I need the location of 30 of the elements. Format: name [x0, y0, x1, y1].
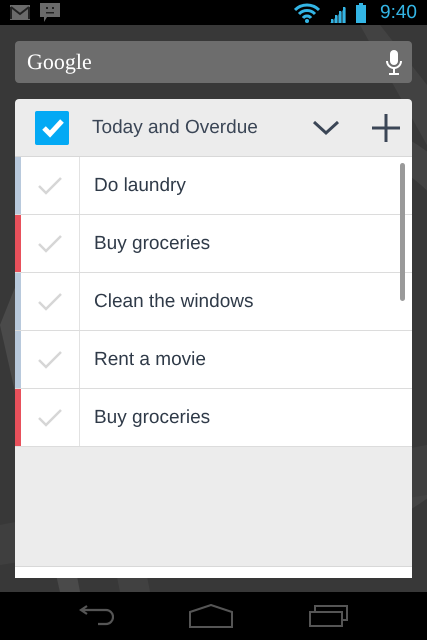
back-icon[interactable] — [78, 605, 114, 627]
check-icon[interactable] — [37, 176, 63, 196]
microphone-icon[interactable] — [386, 50, 402, 74]
task-title: Do laundry — [94, 174, 186, 196]
search-label: Google — [27, 49, 93, 75]
mail-icon — [10, 5, 30, 20]
message-icon — [40, 3, 60, 22]
task-row[interactable]: Buy groceries — [15, 389, 412, 447]
battery-icon — [356, 2, 366, 22]
clock-time: 9:40 — [380, 2, 417, 24]
check-icon[interactable] — [37, 234, 63, 254]
check-icon[interactable] — [37, 292, 63, 312]
home-icon[interactable] — [189, 604, 234, 628]
search-bar[interactable]: Google — [15, 41, 412, 83]
checkbox-logo-icon — [35, 110, 69, 144]
task-row[interactable]: Do laundry — [15, 157, 412, 215]
task-row[interactable]: Clean the windows — [15, 273, 412, 331]
task-row[interactable]: Buy groceries — [15, 215, 412, 273]
task-title: Rent a movie — [94, 348, 206, 370]
task-row[interactable]: Rent a movie — [15, 331, 412, 389]
recent-apps-icon[interactable] — [309, 605, 350, 627]
task-title: Clean the windows — [94, 290, 254, 312]
check-icon[interactable] — [37, 408, 63, 428]
task-title: Buy groceries — [94, 232, 210, 254]
wifi-icon — [294, 2, 320, 22]
add-icon[interactable] — [372, 114, 400, 142]
check-icon[interactable] — [37, 350, 63, 370]
widget-title: Today and Overdue — [92, 116, 259, 138]
chevron-down-icon[interactable] — [312, 120, 340, 136]
task-title: Buy groceries — [94, 406, 210, 428]
